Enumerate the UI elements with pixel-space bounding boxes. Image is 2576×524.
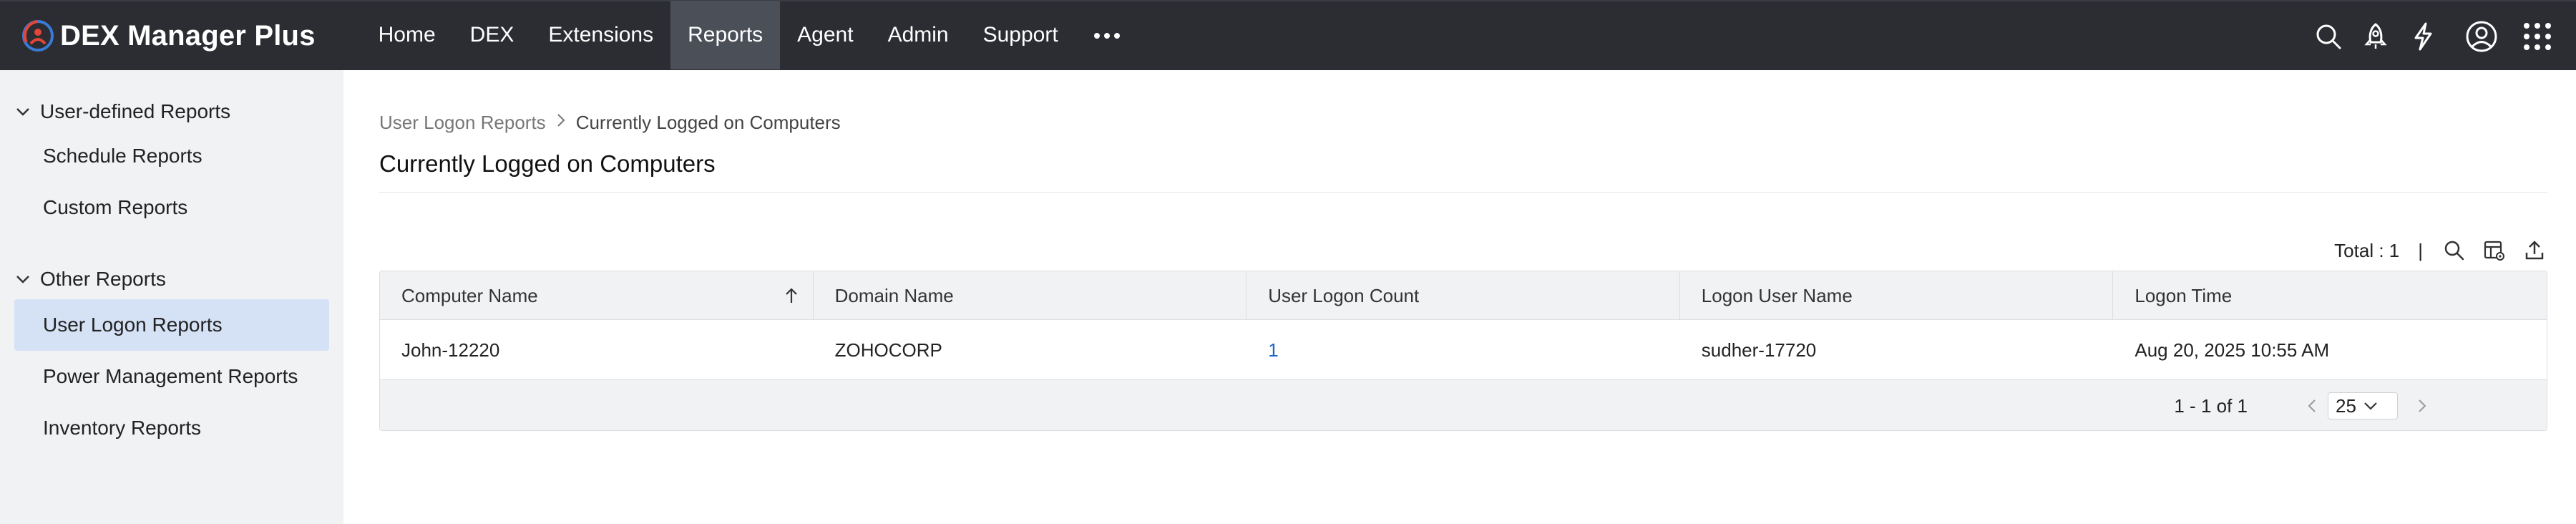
total-count: Total : 1	[2334, 239, 2400, 261]
table-header: Computer Name Domain Name User Logon Cou…	[380, 271, 2547, 320]
chevron-down-icon	[16, 108, 29, 116]
column-header-logon-time[interactable]: Logon Time	[2113, 271, 2547, 320]
pagination: 1 - 1 of 1 25	[2174, 380, 2432, 430]
table-toolbar: Total : 1 |	[2334, 236, 2547, 265]
report-table: Computer Name Domain Name User Logon Cou…	[379, 271, 2547, 431]
page-size-value: 25	[2336, 394, 2356, 417]
more-dots-icon[interactable]	[1075, 1, 1138, 71]
table-row: John-12220 ZOHOCORP 1 sudher-17720 Aug 2…	[380, 320, 2547, 380]
cell-domain-name: ZOHOCORP	[834, 339, 942, 361]
chevron-left-icon[interactable]	[2302, 396, 2322, 416]
nav-home[interactable]: Home	[361, 1, 453, 69]
export-icon[interactable]	[2522, 238, 2547, 263]
nav-agent[interactable]: Agent	[780, 1, 870, 69]
top-right-icons	[2298, 1, 2555, 72]
cell-computer-name: John-12220	[401, 339, 500, 361]
chevron-down-icon	[16, 276, 29, 283]
sidebar-group-label: Other Reports	[40, 268, 166, 290]
nav-extensions[interactable]: Extensions	[531, 1, 670, 69]
sidebar-group-other-reports[interactable]: Other Reports	[14, 268, 166, 291]
dex-logo-icon	[22, 20, 54, 52]
nav-dex[interactable]: DEX	[453, 1, 532, 69]
sidebar-item-custom-reports[interactable]: Custom Reports	[14, 182, 329, 233]
brand[interactable]: DEX Manager Plus	[20, 1, 316, 71]
nav-support[interactable]: Support	[966, 1, 1075, 69]
sidebar-group-label: User-defined Reports	[40, 100, 231, 122]
apps-grid-icon[interactable]	[2520, 19, 2555, 54]
column-header-domain-name[interactable]: Domain Name	[814, 271, 1247, 320]
sort-ascending-icon[interactable]	[781, 286, 801, 306]
search-icon[interactable]	[2441, 238, 2467, 263]
breadcrumb: User Logon Reports Currently Logged on C…	[379, 112, 841, 134]
nav-reports[interactable]: Reports	[670, 1, 781, 69]
column-settings-icon[interactable]	[2482, 238, 2507, 263]
nav-admin[interactable]: Admin	[871, 1, 966, 69]
column-header-label: Logon User Name	[1701, 284, 1853, 306]
divider	[379, 192, 2547, 193]
main-nav: Home DEX Extensions Reports Agent Admin …	[361, 1, 1138, 71]
column-header-user-logon-count[interactable]: User Logon Count	[1246, 271, 1680, 320]
sidebar-item-schedule-reports[interactable]: Schedule Reports	[14, 130, 329, 182]
lightning-icon[interactable]	[2406, 19, 2440, 54]
page-title: Currently Logged on Computers	[379, 150, 716, 177]
chevron-right-icon[interactable]	[2412, 396, 2432, 416]
column-header-logon-user-name[interactable]: Logon User Name	[1680, 271, 2114, 320]
rocket-icon[interactable]	[2358, 19, 2393, 54]
cell-logon-user-name: sudher-17720	[1701, 339, 1817, 361]
user-account-icon[interactable]	[2464, 19, 2499, 54]
sidebar-item-power-management-reports[interactable]: Power Management Reports	[14, 351, 329, 402]
column-header-label: Logon Time	[2135, 284, 2233, 306]
chevron-down-icon	[2364, 402, 2377, 410]
search-icon[interactable]	[2311, 19, 2346, 54]
pagination-range: 1 - 1 of 1	[2174, 394, 2248, 417]
top-navigation-bar: DEX Manager Plus Home DEX Extensions Rep…	[0, 0, 2576, 70]
cell-logon-time: Aug 20, 2025 10:55 AM	[2135, 339, 2330, 361]
breadcrumb-parent-link[interactable]: User Logon Reports	[379, 112, 546, 134]
column-header-label: User Logon Count	[1268, 284, 1420, 306]
page-size-select[interactable]: 25	[2328, 392, 2398, 419]
table-footer: 1 - 1 of 1 25	[380, 380, 2547, 430]
sidebar-item-user-logon-reports[interactable]: User Logon Reports	[14, 299, 329, 351]
sidebar-group-user-defined-reports[interactable]: User-defined Reports	[14, 100, 230, 123]
chevron-right-icon	[556, 112, 566, 133]
sidebar-item-inventory-reports[interactable]: Inventory Reports	[14, 402, 329, 454]
column-header-label: Domain Name	[834, 284, 954, 306]
sidebar: User-defined Reports Schedule Reports Cu…	[0, 70, 343, 524]
cell-user-logon-count-link[interactable]: 1	[1246, 320, 1680, 380]
app-title: DEX Manager Plus	[60, 19, 316, 52]
column-header-computer-name[interactable]: Computer Name	[380, 271, 814, 320]
breadcrumb-current: Currently Logged on Computers	[575, 112, 841, 133]
column-header-label: Computer Name	[401, 284, 538, 306]
toolbar-separator: |	[2418, 239, 2423, 261]
